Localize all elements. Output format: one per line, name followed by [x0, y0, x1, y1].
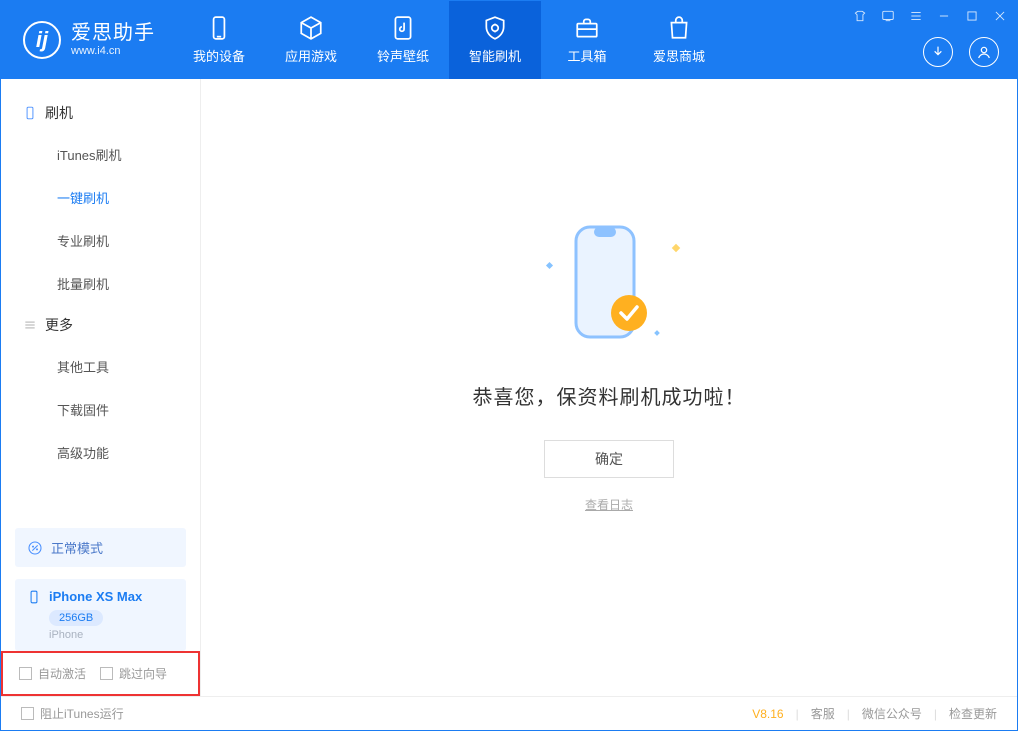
logo-icon: ij	[23, 21, 61, 59]
sidebar-item-pro-flash[interactable]: 专业刷机	[1, 219, 200, 262]
sidebar-group-flash: 刷机	[1, 93, 200, 133]
sidebar-item-download-firmware[interactable]: 下载固件	[1, 388, 200, 431]
nav-my-device[interactable]: 我的设备	[173, 1, 265, 79]
phone-small-icon	[23, 106, 37, 120]
checkbox-label: 跳过向导	[119, 665, 167, 682]
nav-label: 工具箱	[567, 46, 606, 65]
app-subtitle: www.i4.cn	[71, 45, 155, 58]
success-headline: 恭喜您，保资料刷机成功啦！	[473, 381, 746, 410]
menu-icon[interactable]	[909, 9, 923, 26]
checkbox-label: 自动激活	[38, 665, 86, 682]
version-label: V8.16	[752, 707, 783, 721]
mode-label: 正常模式	[51, 538, 103, 557]
music-file-icon	[390, 15, 416, 41]
app-logo[interactable]: ij 爱思助手 www.i4.cn	[1, 21, 173, 59]
close-button[interactable]	[993, 9, 1007, 26]
view-log-link[interactable]: 查看日志	[585, 496, 633, 513]
nav-label: 应用游戏	[285, 46, 337, 65]
checkbox-icon	[100, 667, 113, 680]
nav-label: 智能刷机	[469, 46, 521, 65]
check-update-link[interactable]: 检查更新	[949, 705, 997, 722]
support-link[interactable]: 客服	[811, 705, 835, 722]
sparkle-icon	[654, 330, 660, 336]
toolbox-icon	[574, 15, 600, 41]
nav-smart-flash[interactable]: 智能刷机	[449, 1, 541, 79]
nav-store[interactable]: 爱思商城	[633, 1, 725, 79]
shopping-bag-icon	[666, 15, 692, 41]
sidebar-item-other-tools[interactable]: 其他工具	[1, 345, 200, 388]
header-right-actions	[923, 37, 999, 67]
sidebar-group-more: 更多	[1, 305, 200, 345]
sidebar-item-advanced[interactable]: 高级功能	[1, 431, 200, 474]
app-title: 爱思助手	[71, 22, 155, 45]
separator: |	[934, 707, 937, 721]
device-name: iPhone XS Max	[49, 589, 142, 604]
list-icon	[23, 318, 37, 332]
device-type: iPhone	[49, 629, 174, 641]
nav-apps-games[interactable]: 应用游戏	[265, 1, 357, 79]
sidebar-bottom-options: 自动激活 跳过向导	[1, 651, 200, 696]
nav-ringtone-wallpaper[interactable]: 铃声壁纸	[357, 1, 449, 79]
minimize-button[interactable]	[937, 9, 951, 26]
nav-label: 我的设备	[193, 46, 245, 65]
device-phone-icon	[27, 590, 41, 604]
nav-toolbox[interactable]: 工具箱	[541, 1, 633, 79]
maximize-button[interactable]	[965, 9, 979, 26]
checkbox-icon	[19, 667, 32, 680]
checkbox-block-itunes[interactable]: 阻止iTunes运行	[21, 705, 124, 722]
device-info-box[interactable]: iPhone XS Max 256GB iPhone	[15, 579, 186, 651]
checkbox-icon	[21, 707, 34, 720]
title-bar: ij 爱思助手 www.i4.cn 我的设备 应用游戏 铃声壁纸 智能刷机 工具…	[1, 1, 1017, 79]
sidebar: 刷机 iTunes刷机 一键刷机 专业刷机 批量刷机 更多 其他工具 下载固件 …	[1, 79, 201, 696]
nav-label: 铃声壁纸	[377, 46, 429, 65]
account-button[interactable]	[969, 37, 999, 67]
sidebar-item-batch-flash[interactable]: 批量刷机	[1, 262, 200, 305]
sidebar-group-label: 刷机	[45, 103, 73, 123]
device-mode-box[interactable]: 正常模式	[15, 528, 186, 567]
top-nav: 我的设备 应用游戏 铃声壁纸 智能刷机 工具箱 爱思商城	[173, 1, 725, 79]
sidebar-item-itunes-flash[interactable]: iTunes刷机	[1, 133, 200, 176]
sparkle-icon	[672, 243, 680, 251]
main-content: 恭喜您，保资料刷机成功啦！ 确定 查看日志	[201, 79, 1017, 696]
sidebar-item-oneclick-flash[interactable]: 一键刷机	[1, 176, 200, 219]
wechat-link[interactable]: 微信公众号	[862, 705, 922, 722]
window-controls	[853, 9, 1007, 26]
checkbox-skip-guide[interactable]: 跳过向导	[100, 665, 167, 682]
checkbox-label: 阻止iTunes运行	[40, 705, 124, 722]
download-button[interactable]	[923, 37, 953, 67]
phone-success-icon	[564, 223, 654, 353]
nav-label: 爱思商城	[653, 46, 705, 65]
success-illustration	[539, 223, 679, 353]
sparkle-icon	[546, 261, 553, 268]
status-bar: 阻止iTunes运行 V8.16 | 客服 | 微信公众号 | 检查更新	[1, 696, 1017, 730]
cube-icon	[298, 15, 324, 41]
checkbox-auto-activate[interactable]: 自动激活	[19, 665, 86, 682]
sidebar-group-label: 更多	[45, 315, 73, 335]
separator: |	[847, 707, 850, 721]
phone-icon	[206, 15, 232, 41]
separator: |	[796, 707, 799, 721]
mode-icon	[27, 540, 43, 556]
feedback-icon[interactable]	[881, 9, 895, 26]
ok-button[interactable]: 确定	[544, 440, 674, 478]
shield-refresh-icon	[482, 15, 508, 41]
device-storage: 256GB	[49, 610, 103, 626]
skin-icon[interactable]	[853, 9, 867, 26]
